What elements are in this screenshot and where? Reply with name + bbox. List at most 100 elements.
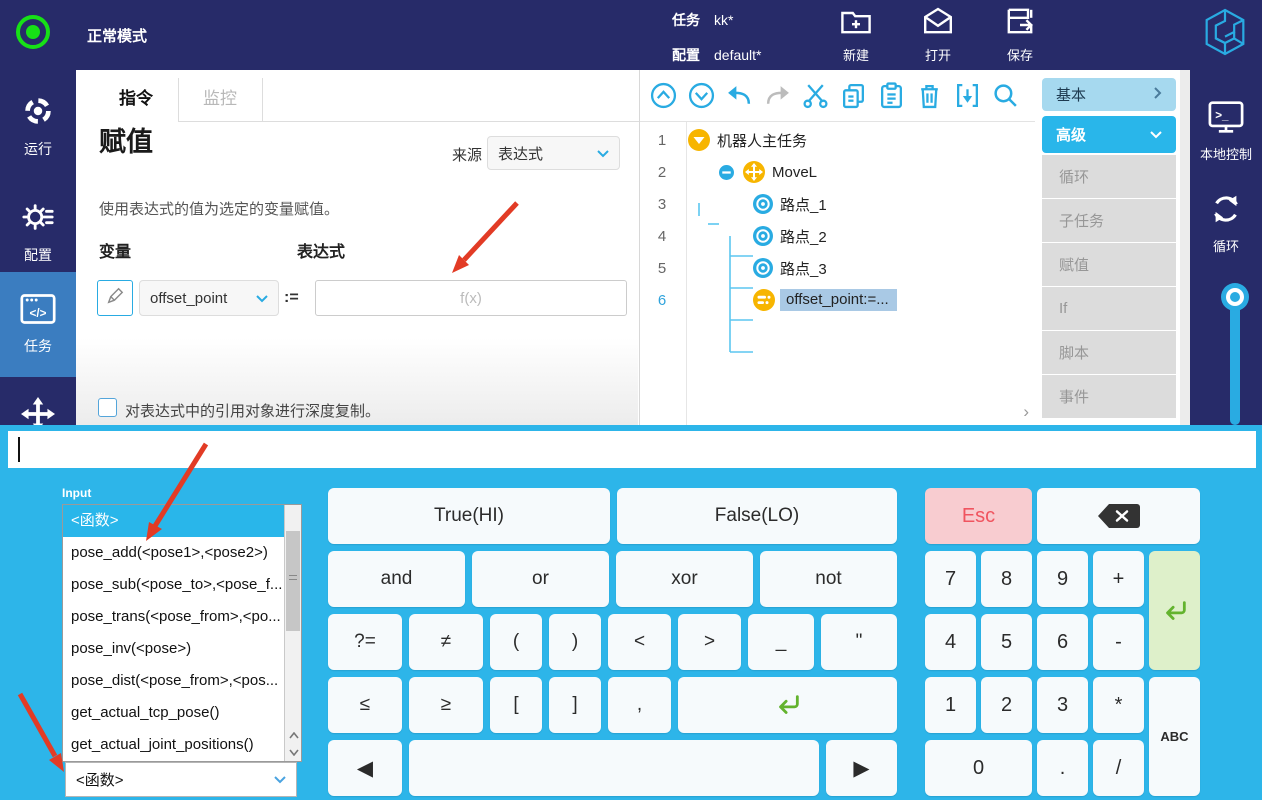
- key-backspace[interactable]: [1037, 488, 1200, 544]
- key-7[interactable]: 7: [925, 551, 976, 607]
- palette-group-advanced[interactable]: 高级: [1042, 116, 1176, 153]
- key-q-eq[interactable]: ?=: [328, 614, 402, 670]
- tree-row[interactable]: 5路点_3: [640, 252, 1035, 284]
- key-space[interactable]: [409, 740, 819, 796]
- key-or[interactable]: or: [472, 551, 609, 607]
- key-and[interactable]: and: [328, 551, 465, 607]
- keyboard-text-input[interactable]: [8, 431, 1256, 468]
- scrollbar-thumb[interactable]: [286, 531, 300, 631]
- key-underscore[interactable]: _: [748, 614, 814, 670]
- key-false-lo[interactable]: False(LO): [617, 488, 897, 544]
- key-le[interactable]: ≤: [328, 677, 402, 733]
- key-quote[interactable]: ": [821, 614, 897, 670]
- scroll-up-button[interactable]: [285, 727, 302, 743]
- key-8[interactable]: 8: [981, 551, 1032, 607]
- deep-copy-checkbox[interactable]: [98, 398, 117, 417]
- key-right-arrow[interactable]: ▶: [826, 740, 897, 796]
- key-not[interactable]: not: [760, 551, 897, 607]
- sidebar-item-task[interactable]: </>任务: [0, 272, 76, 377]
- key-dot[interactable]: .: [1037, 740, 1088, 796]
- move-up-icon[interactable]: [650, 82, 677, 109]
- insert-icon[interactable]: [954, 82, 981, 109]
- key-9[interactable]: 9: [1037, 551, 1088, 607]
- function-list-item[interactable]: pose_add(<pose1>,<pose2>): [63, 537, 284, 569]
- source-select[interactable]: 表达式: [487, 136, 620, 170]
- rightbar-item-loop[interactable]: 循环: [1190, 192, 1262, 255]
- tab-monitor[interactable]: 监控: [178, 70, 262, 122]
- rightbar-item-local-control[interactable]: >_本地控制: [1190, 100, 1262, 163]
- copy-icon[interactable]: [840, 82, 867, 109]
- scroll-down-button[interactable]: [285, 744, 302, 760]
- key-neq[interactable]: ≠: [409, 614, 483, 670]
- sidebar-item-config[interactable]: 配置: [0, 196, 76, 268]
- expression-input[interactable]: [315, 280, 627, 316]
- key-enter[interactable]: [1149, 551, 1200, 670]
- key-plus[interactable]: +: [1093, 551, 1144, 607]
- search-icon[interactable]: [992, 82, 1019, 109]
- key-0[interactable]: 0: [925, 740, 1032, 796]
- panel-expand-chevron[interactable]: ›: [1023, 402, 1029, 422]
- cut-icon[interactable]: [802, 82, 829, 109]
- key-left-arrow[interactable]: ◀: [328, 740, 402, 796]
- palette-item-循环[interactable]: 循环: [1042, 155, 1176, 198]
- open-button[interactable]: 打开: [912, 6, 964, 64]
- key-rbracket[interactable]: ]: [549, 677, 601, 733]
- tree-row[interactable]: 2MoveL: [640, 156, 1035, 188]
- tab-instruction[interactable]: 指令: [94, 70, 178, 122]
- speed-slider-track[interactable]: [1230, 297, 1240, 425]
- palette-item-if[interactable]: If: [1042, 287, 1176, 330]
- key-4[interactable]: 4: [925, 614, 976, 670]
- variable-select[interactable]: offset_point: [139, 280, 279, 316]
- key-rparen[interactable]: ): [549, 614, 601, 670]
- speed-slider-knob[interactable]: [1221, 283, 1249, 311]
- function-list-item[interactable]: <函数>: [63, 505, 284, 537]
- function-list-item[interactable]: pose_dist(<pose_from>,<pos...: [63, 665, 284, 697]
- palette-item-事件[interactable]: 事件: [1042, 375, 1176, 418]
- svg-text:</>: </>: [30, 307, 47, 320]
- delete-icon[interactable]: [916, 82, 943, 109]
- key-1[interactable]: 1: [925, 677, 976, 733]
- palette-item-子任务[interactable]: 子任务: [1042, 199, 1176, 242]
- key-6[interactable]: 6: [1037, 614, 1088, 670]
- key-ge[interactable]: ≥: [409, 677, 483, 733]
- move-down-icon[interactable]: [688, 82, 715, 109]
- key-slash[interactable]: /: [1093, 740, 1144, 796]
- key-true-hi[interactable]: True(HI): [328, 488, 610, 544]
- edit-variable-button[interactable]: [97, 280, 133, 316]
- key-xor[interactable]: xor: [616, 551, 753, 607]
- key-lparen[interactable]: (: [490, 614, 542, 670]
- function-list-item[interactable]: get_actual_tcp_pose(): [63, 697, 284, 729]
- key-2[interactable]: 2: [981, 677, 1032, 733]
- key-comma[interactable]: ,: [608, 677, 671, 733]
- palette-scroll-gutter: [1180, 70, 1190, 425]
- redo-icon[interactable]: [764, 82, 791, 109]
- undo-icon[interactable]: [726, 82, 753, 109]
- key-abc[interactable]: ABC: [1149, 677, 1200, 796]
- tree-row[interactable]: 3路点_1: [640, 188, 1035, 220]
- key-lt[interactable]: <: [608, 614, 671, 670]
- sidebar-item-run[interactable]: 运行: [0, 90, 76, 162]
- tree-row[interactable]: 4路点_2: [640, 220, 1035, 252]
- key-esc[interactable]: Esc: [925, 488, 1032, 544]
- key-3[interactable]: 3: [1037, 677, 1088, 733]
- key-asterisk[interactable]: *: [1093, 677, 1144, 733]
- function-select[interactable]: <函数>: [65, 762, 297, 797]
- key-enter[interactable]: [678, 677, 897, 733]
- key-5[interactable]: 5: [981, 614, 1032, 670]
- function-list-item[interactable]: pose_inv(<pose>): [63, 633, 284, 665]
- tree-row[interactable]: 6offset_point:=...: [640, 284, 1035, 316]
- collapse-minus-icon[interactable]: [719, 165, 734, 180]
- save-button[interactable]: 保存: [994, 6, 1046, 64]
- palette-item-脚本[interactable]: 脚本: [1042, 331, 1176, 374]
- key-minus[interactable]: -: [1093, 614, 1144, 670]
- palette-group-basic[interactable]: 基本: [1042, 78, 1176, 111]
- function-list-item[interactable]: pose_trans(<pose_from>,<po...: [63, 601, 284, 633]
- palette-item-赋值[interactable]: 赋值: [1042, 243, 1176, 286]
- key-lbracket[interactable]: [: [490, 677, 542, 733]
- function-list-item[interactable]: pose_sub(<pose_to>,<pose_f...: [63, 569, 284, 601]
- key-gt[interactable]: >: [678, 614, 741, 670]
- paste-icon[interactable]: [878, 82, 905, 109]
- tree-row[interactable]: 1机器人主任务: [640, 124, 1035, 156]
- function-list-item[interactable]: get_actual_joint_positions(): [63, 729, 284, 761]
- new-button[interactable]: 新建: [830, 6, 882, 64]
